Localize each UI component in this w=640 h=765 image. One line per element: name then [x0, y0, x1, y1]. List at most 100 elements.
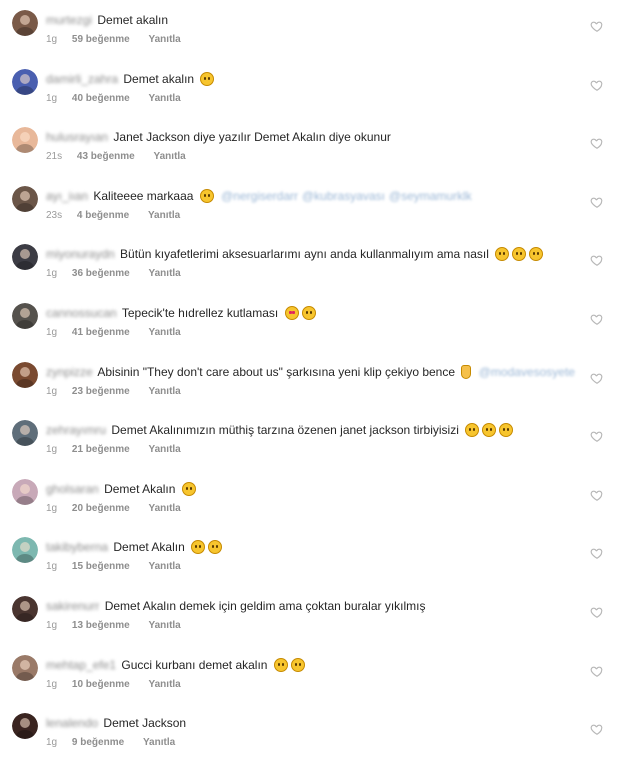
avatar[interactable] — [12, 654, 38, 681]
username-link[interactable]: hulusrayıan — [46, 130, 108, 144]
like-heart-icon[interactable] — [590, 429, 604, 443]
reply-button[interactable]: Yanıtla — [149, 444, 181, 456]
avatar[interactable] — [12, 185, 38, 212]
mention-link[interactable]: @seymamurklk — [389, 189, 472, 203]
like-count[interactable]: 23 beğenme — [72, 386, 130, 398]
like-heart-icon[interactable] — [590, 253, 604, 267]
like-count[interactable]: 40 beğenme — [72, 93, 130, 105]
like-heart-icon[interactable] — [590, 664, 604, 678]
like-count[interactable]: 36 beğenme — [72, 268, 130, 280]
comment-item: miyonuraydn Bütün kıyafetlerimi aksesuar… — [0, 238, 640, 296]
like-heart-icon[interactable] — [590, 488, 604, 502]
comment-meta: 1g 15 beğenme Yanıtla — [46, 561, 181, 573]
like-count[interactable]: 59 beğenme — [72, 34, 130, 46]
like-count[interactable]: 43 beğenme — [77, 151, 135, 163]
like-heart-icon[interactable] — [590, 546, 604, 560]
reply-button[interactable]: Yanıtla — [149, 503, 181, 515]
reply-button[interactable]: Yanıtla — [149, 620, 181, 632]
avatar[interactable] — [12, 361, 38, 388]
like-heart-icon[interactable] — [590, 195, 604, 209]
laugh-emoji-icon — [482, 423, 497, 438]
like-count[interactable]: 4 beğenme — [77, 210, 129, 222]
timestamp[interactable]: 1g — [46, 34, 57, 46]
username-link[interactable]: mehtap_efe1 — [46, 658, 116, 672]
username-link[interactable]: takibyberna — [46, 540, 108, 554]
timestamp[interactable]: 1g — [46, 93, 57, 105]
mention-link[interactable]: @nergiserdarr — [221, 189, 298, 203]
avatar[interactable] — [12, 713, 38, 740]
avatar[interactable] — [12, 596, 38, 622]
like-heart-icon[interactable] — [590, 19, 604, 33]
like-count[interactable]: 9 beğenme — [72, 737, 124, 749]
emoji-group — [492, 247, 544, 262]
reply-button[interactable]: Yanıtla — [149, 561, 181, 573]
like-heart-icon[interactable] — [590, 605, 604, 619]
avatar[interactable] — [12, 10, 38, 36]
like-heart-icon[interactable] — [590, 371, 604, 385]
username-link[interactable]: ayı_iıan — [46, 189, 88, 203]
mention-link[interactable]: @kubrasyavası — [302, 189, 385, 203]
username-link[interactable]: murtezgi — [46, 13, 92, 27]
avatar[interactable] — [12, 537, 38, 564]
timestamp[interactable]: 23s — [46, 210, 62, 222]
like-count[interactable]: 41 beğenme — [72, 327, 130, 339]
emoji-group — [458, 364, 472, 379]
like-heart-icon[interactable] — [590, 78, 604, 92]
reply-button[interactable]: Yanıtla — [149, 93, 181, 105]
timestamp[interactable]: 1g — [46, 737, 57, 749]
like-heart-icon[interactable] — [590, 136, 604, 150]
like-heart-icon[interactable] — [590, 312, 604, 326]
username-link[interactable]: sakirenurr — [46, 599, 99, 613]
timestamp[interactable]: 1g — [46, 327, 57, 339]
like-count[interactable]: 10 beğenme — [72, 679, 130, 691]
timestamp[interactable]: 1g — [46, 620, 57, 632]
username-link[interactable]: lenalendo — [46, 716, 98, 730]
mention-group: @nergiserdarr @kubrasyavası @seymamurklk — [217, 189, 472, 203]
timestamp[interactable]: 1g — [46, 503, 57, 515]
avatar[interactable] — [12, 68, 38, 95]
comment-item: mehtap_efe1 Gucci kurbanı demet akalın 1… — [0, 649, 640, 707]
avatar[interactable] — [12, 478, 38, 505]
reply-button[interactable]: Yanıtla — [149, 327, 181, 339]
comment-line: mehtap_efe1 Gucci kurbanı demet akalın — [46, 657, 305, 672]
like-count[interactable]: 20 beğenme — [72, 503, 130, 515]
timestamp[interactable]: 1g — [46, 444, 57, 456]
reply-button[interactable]: Yanıtla — [143, 737, 175, 749]
reply-button[interactable]: Yanıtla — [154, 151, 186, 163]
comment-item: sakirenurr Demet Akalın demek için geldi… — [0, 590, 640, 648]
reply-button[interactable]: Yanıtla — [149, 268, 181, 280]
like-count[interactable]: 15 beğenme — [72, 561, 130, 573]
username-link[interactable]: miyonuraydn — [46, 247, 115, 261]
comment-text: Demet Jackson — [103, 716, 187, 731]
username-link[interactable]: cannossucan — [46, 306, 117, 320]
like-count[interactable]: 13 beğenme — [72, 620, 130, 632]
reply-button[interactable]: Yanıtla — [149, 679, 181, 691]
like-count[interactable]: 21 beğenme — [72, 444, 130, 456]
comment-text: Demet akalın — [123, 71, 195, 86]
avatar[interactable] — [12, 303, 38, 329]
reply-button[interactable]: Yanıtla — [148, 210, 180, 222]
username-link[interactable]: zynpizze — [46, 365, 93, 379]
timestamp[interactable]: 1g — [46, 561, 57, 573]
reply-button[interactable]: Yanıtla — [149, 386, 181, 398]
like-heart-icon[interactable] — [590, 722, 604, 736]
username-link[interactable]: zehrayımru — [46, 423, 106, 437]
timestamp[interactable]: 1g — [46, 679, 57, 691]
username-link[interactable]: damirli_zahra — [46, 72, 118, 86]
comment-line: lenalendo Demet Jackson — [46, 716, 186, 730]
mention-link[interactable]: @modavesosyete — [479, 365, 575, 379]
laugh-emoji-icon — [499, 423, 514, 438]
timestamp[interactable]: 1g — [46, 386, 57, 398]
avatar[interactable] — [12, 244, 38, 271]
reply-button[interactable]: Yanıtla — [149, 34, 181, 46]
comment-text: Demet Akalın — [104, 481, 176, 496]
comment-text: Demet akalın — [97, 13, 169, 27]
username-link[interactable]: gholsaran — [46, 482, 99, 496]
avatar[interactable] — [12, 127, 38, 154]
timestamp[interactable]: 21s — [46, 151, 62, 163]
comment-text: Abisinin "They don't care about us" şark… — [97, 364, 456, 379]
avatar[interactable] — [12, 420, 38, 447]
timestamp[interactable]: 1g — [46, 268, 57, 280]
comment-text: Demet Akalın demek için geldim ama çokta… — [104, 599, 426, 613]
comment-text: Bütün kıyafetlerimi aksesuarlarımı aynı … — [120, 247, 489, 262]
